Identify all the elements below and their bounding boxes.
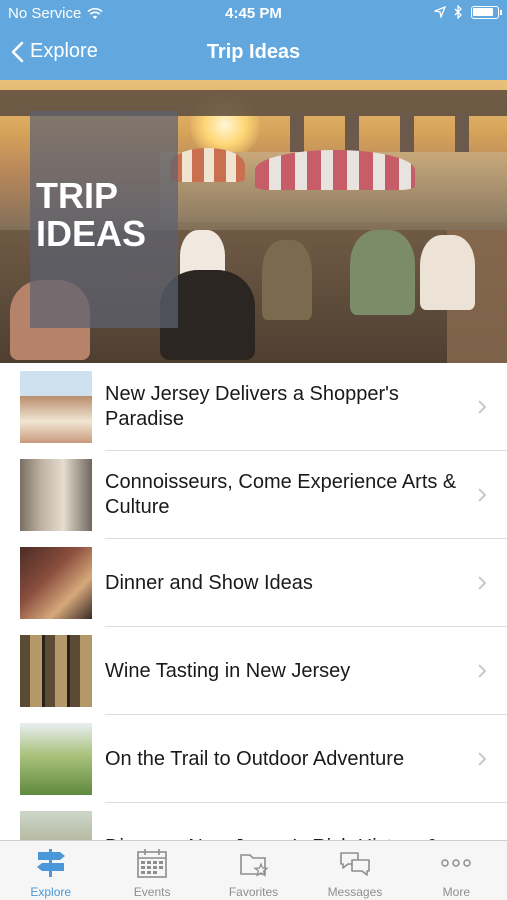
- status-bar: No Service 4:45 PM: [0, 0, 507, 28]
- list-item-thumbnail: [20, 635, 92, 707]
- list-item-thumbnail: [20, 459, 92, 531]
- tab-events[interactable]: Events: [101, 841, 202, 900]
- tab-label: Events: [133, 885, 171, 899]
- location-arrow-icon: [434, 6, 446, 18]
- list-item-label: Wine Tasting in New Jersey: [105, 659, 351, 682]
- tab-favorites[interactable]: Favorites: [203, 841, 304, 900]
- list-item[interactable]: New Jersey Delivers a Shopper's Paradise: [0, 363, 507, 451]
- tab-messages[interactable]: Messages: [304, 841, 405, 900]
- ellipsis-icon: [441, 859, 472, 867]
- bluetooth-icon: [454, 5, 462, 19]
- list-item-label: Discover New Jersey's Rich History &: [105, 803, 465, 841]
- battery-icon: [471, 5, 502, 19]
- hero-person: [350, 230, 415, 315]
- nav-bar: Explore Trip Ideas: [0, 28, 507, 80]
- app-screen: No Service 4:45 PM Explore Trip Ideas TR…: [0, 0, 507, 900]
- hero-pillar: [290, 112, 304, 152]
- list-item-thumbnail: [20, 811, 92, 840]
- hero-pillar: [400, 112, 414, 152]
- list-item[interactable]: Dinner and Show Ideas: [0, 539, 507, 627]
- tab-label: More: [442, 885, 470, 899]
- tab-label: Messages: [327, 885, 383, 899]
- list-item-label: New Jersey Delivers a Shopper's Paradise: [105, 383, 399, 430]
- hero-person: [420, 235, 475, 310]
- list-item[interactable]: Connoisseurs, Come Experience Arts & Cul…: [0, 451, 507, 539]
- chevron-right-icon: [478, 664, 487, 678]
- list-item-thumbnail: [20, 547, 92, 619]
- hero-umbrella: [170, 148, 245, 182]
- status-right: [434, 5, 502, 19]
- calendar-icon: [137, 849, 167, 878]
- folder-star-icon: [239, 854, 269, 877]
- tab-label: Favorites: [228, 885, 279, 899]
- list-item[interactable]: Wine Tasting in New Jersey: [0, 627, 507, 715]
- signpost-icon: [36, 849, 65, 877]
- hero-pillar: [455, 112, 469, 152]
- hero-person: [262, 240, 312, 320]
- hero-title-badge: TRIP IDEAS: [30, 111, 178, 328]
- list-item-thumbnail: [20, 723, 92, 795]
- header: No Service 4:45 PM Explore Trip Ideas: [0, 0, 507, 80]
- status-time: 4:45 PM: [225, 5, 282, 22]
- list-item-label: Dinner and Show Ideas: [105, 571, 313, 594]
- tab-bar: Explore Events Favorites Messages More: [0, 840, 507, 900]
- list-item[interactable]: Discover New Jersey's Rich History &: [0, 803, 507, 840]
- list-item-thumbnail: [20, 371, 92, 443]
- tab-explore[interactable]: Explore: [0, 841, 101, 900]
- tab-label: Explore: [30, 885, 72, 899]
- list-item-label: On the Trail to Outdoor Adventure: [105, 747, 405, 770]
- chevron-right-icon: [478, 400, 487, 414]
- list-item-label: Connoisseurs, Come Experience Arts & Cul…: [105, 471, 457, 518]
- trip-ideas-list: New Jersey Delivers a Shopper's Paradise…: [0, 363, 507, 840]
- chat-bubbles-icon: [340, 852, 370, 876]
- hero-pillar: [345, 112, 359, 152]
- hero-umbrella: [255, 150, 415, 190]
- hero-title: TRIP IDEAS: [36, 175, 147, 254]
- chevron-right-icon: [478, 576, 487, 590]
- page-title: Trip Ideas: [206, 41, 301, 63]
- chevron-right-icon: [478, 752, 487, 766]
- list-item[interactable]: On the Trail to Outdoor Adventure: [0, 715, 507, 803]
- chevron-right-icon: [478, 488, 487, 502]
- tab-more[interactable]: More: [406, 841, 507, 900]
